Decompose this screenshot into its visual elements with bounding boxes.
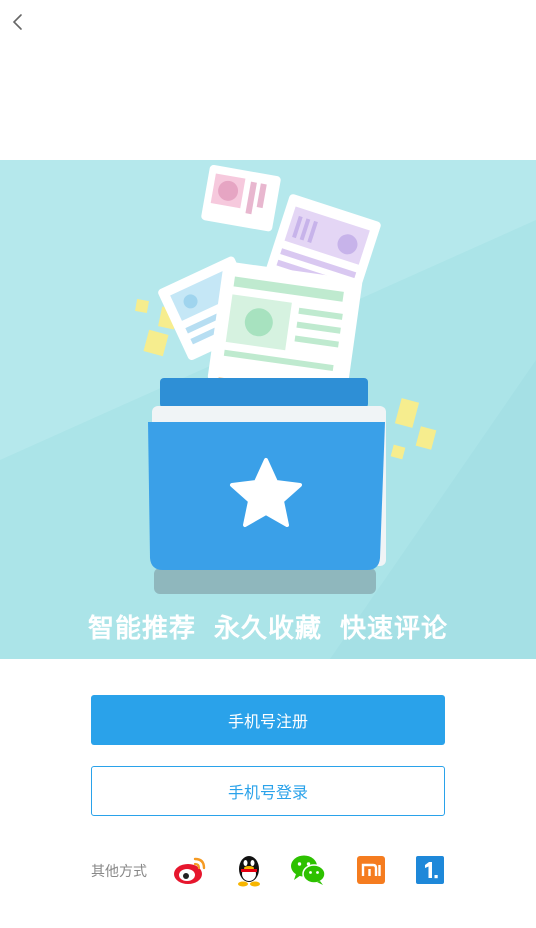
xiaomi-login-button[interactable]	[353, 852, 389, 888]
phone-login-label: 手机号登录	[227, 783, 308, 802]
other-methods-label: 其他方式	[91, 864, 147, 880]
hero-banner: × 智能推荐 永久收藏 快速评论	[0, 160, 536, 659]
wechat-login-button[interactable]	[290, 852, 326, 888]
back-button[interactable]	[6, 10, 30, 34]
one-icon	[416, 856, 444, 884]
weibo-icon	[174, 857, 206, 884]
phone-register-button[interactable]: 手机号注册	[91, 695, 445, 745]
hero-tagline: 智能推荐 永久收藏 快速评论	[87, 614, 449, 644]
wechat-icon	[291, 855, 326, 885]
phone-register-label: 手机号注册	[227, 712, 308, 731]
xiaomi-icon	[357, 856, 385, 884]
weibo-login-button[interactable]	[172, 852, 208, 888]
one-login-button[interactable]	[412, 852, 448, 888]
phone-login-button[interactable]: 手机号登录	[91, 766, 445, 816]
chevron-left-icon	[12, 14, 22, 30]
qq-icon	[238, 856, 260, 887]
hero-illustration: ×	[0, 160, 536, 659]
qq-login-button[interactable]	[231, 852, 267, 888]
